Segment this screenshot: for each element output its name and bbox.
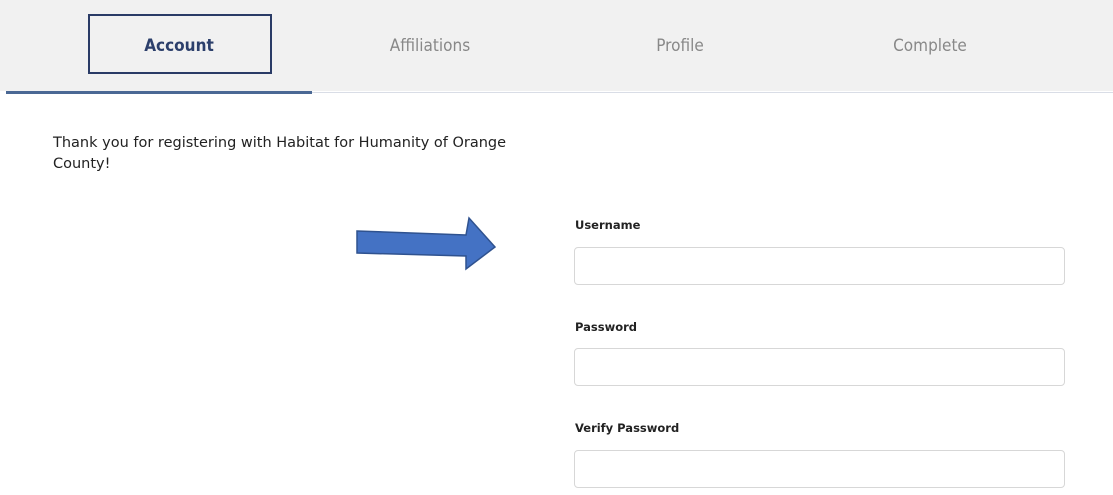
verify-password-input[interactable] xyxy=(574,450,1065,488)
password-label: Password xyxy=(575,320,637,334)
tab-account[interactable]: Account xyxy=(84,0,274,91)
verify-password-label: Verify Password xyxy=(575,421,680,435)
username-label: Username xyxy=(575,218,641,232)
right-arrow-icon xyxy=(356,216,497,271)
tab-profile[interactable]: Profile xyxy=(590,0,770,91)
tab-bar-divider xyxy=(312,92,1113,93)
intro-message: Thank you for registering with Habitat f… xyxy=(53,135,507,172)
tab-complete[interactable]: Complete xyxy=(830,0,1030,91)
password-input[interactable] xyxy=(574,348,1065,386)
active-tab-indicator xyxy=(6,91,312,94)
tab-affiliations[interactable]: Affiliations xyxy=(330,0,530,91)
registration-page: Account Affiliations Profile Complete Th… xyxy=(0,0,1113,495)
wizard-tab-bar: Account Affiliations Profile Complete xyxy=(0,0,1113,91)
username-input[interactable] xyxy=(574,247,1065,285)
